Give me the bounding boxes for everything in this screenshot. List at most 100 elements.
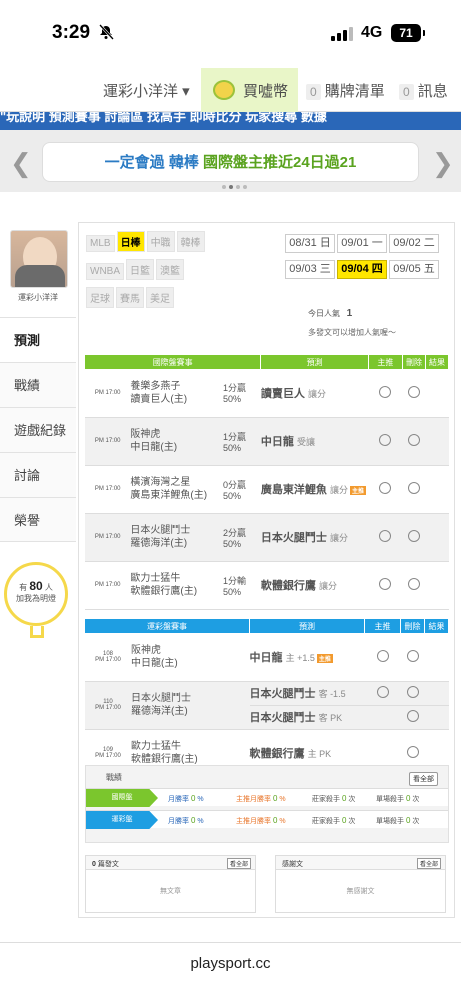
prediction-team: 日本火腿鬥士	[249, 712, 316, 724]
game-odds: 1分輸 50%	[222, 561, 261, 610]
status-time: 3:29	[52, 22, 91, 43]
league-tab[interactable]: 澳籃	[156, 259, 184, 280]
featured-radio[interactable]	[379, 482, 392, 494]
date-tab[interactable]: 09/03 三	[285, 260, 335, 279]
prediction-type: 讓分	[329, 485, 348, 495]
prediction-type: 受讓	[296, 437, 315, 447]
banner-headline[interactable]: 一定會過 韓棒 國際盤主推近24日過21	[42, 142, 419, 182]
banner: ❮ 一定會過 韓棒 國際盤主推近24日過21 ❯	[0, 130, 461, 192]
date-tab[interactable]: 09/02 二	[389, 234, 439, 253]
delete-radio[interactable]	[408, 434, 421, 446]
record-stat: 月勝率 0 %	[168, 816, 204, 825]
status-bar: 3:29 4G 71	[0, 0, 461, 68]
table-header: 主推	[364, 619, 401, 633]
buy-coin-button[interactable]: 買噓幣	[201, 68, 298, 112]
sidebar-item-discuss[interactable]: 討論	[0, 452, 76, 497]
result-cell	[425, 417, 449, 466]
thanks-all-button[interactable]: 看全部	[416, 858, 441, 869]
game-teams: 橫濱海灣之星 廣島東洋鯉魚(主)	[130, 465, 223, 514]
delete-radio[interactable]	[406, 710, 419, 722]
sidebar-item-honor[interactable]: 榮譽	[0, 497, 76, 542]
prediction: 中日龍 受讓	[260, 417, 369, 466]
table-header: 預測	[249, 619, 365, 633]
delete-radio[interactable]	[408, 482, 421, 494]
league-tab[interactable]: 賽馬	[116, 287, 144, 308]
user-menu[interactable]: 運彩小洋洋 ▾	[103, 80, 190, 101]
footer-domain[interactable]: playsport.cc	[0, 942, 461, 1000]
delete-radio[interactable]	[406, 746, 419, 758]
delete-radio[interactable]	[408, 530, 421, 542]
record-all-button[interactable]: 看全部	[409, 772, 438, 786]
league-tab[interactable]: 中職	[146, 231, 175, 252]
bell-slash-icon	[99, 24, 114, 40]
messages-link[interactable]: 0 訊息	[399, 80, 448, 101]
result-cell	[425, 465, 449, 514]
sidebar-item-record[interactable]: 戰績	[0, 362, 76, 407]
posts-all-button[interactable]: 看全部	[226, 858, 251, 869]
delete-radio[interactable]	[408, 385, 421, 398]
prediction-type: 主 +1.5	[285, 652, 315, 663]
delete-radio[interactable]	[406, 649, 419, 662]
date-tab[interactable]: 08/31 日	[285, 234, 335, 253]
featured-radio[interactable]	[376, 686, 389, 698]
featured-radio[interactable]	[379, 530, 392, 542]
prediction-team: 中日龍	[260, 436, 294, 448]
popularity: 今日人氣 1	[308, 308, 353, 319]
game-time: PM 17:00	[85, 561, 131, 610]
delete-cell	[402, 465, 426, 514]
sidebar-item-predict[interactable]: 預測	[0, 317, 76, 362]
cart-link[interactable]: 0 購牌清單	[306, 80, 385, 101]
featured-radio[interactable]	[379, 578, 392, 590]
league-tab[interactable]: 足球	[86, 287, 114, 308]
league-tab[interactable]: 日籃	[126, 259, 154, 280]
record-value: 0	[190, 816, 196, 825]
chevron-right-icon[interactable]: ❯	[432, 148, 454, 179]
main-menu-strip[interactable]: "玩說明 預測賽事 討論區 找高手 即時比分 玩家搜尋 數據	[0, 112, 461, 130]
prediction-type: 客 -1.5	[318, 689, 346, 699]
delete-radio[interactable]	[408, 578, 421, 590]
prediction-team: 中日龍	[249, 651, 283, 664]
table-row: PM 17:00 日本火腿鬥士 羅德海洋(主) 2分贏 50% 日本火腿鬥士 讓分	[85, 513, 449, 562]
prediction: 日本火腿鬥士 客 -1.5	[249, 681, 365, 706]
league-tab[interactable]: MLB	[86, 235, 115, 252]
league-tab[interactable]: 日棒	[116, 231, 145, 252]
odds-pct: 50%	[222, 538, 241, 549]
delete-cell	[402, 369, 426, 418]
featured-radio[interactable]	[379, 434, 392, 446]
featured-badge: 主推	[316, 653, 333, 663]
date-tab[interactable]: 09/05 五	[389, 260, 439, 279]
record-stat: 單場殺手 0 次	[376, 816, 420, 825]
record-row: 國際盤 月勝率 0 % 主推月勝率 0 % 莊家殺手 0 次 單場殺手 0 次	[86, 788, 448, 807]
prediction: 讀賣巨人 讓分	[260, 369, 369, 418]
follow-bulb[interactable]: 有 80 人加我為明燈	[4, 562, 68, 626]
record-value: 0	[341, 794, 347, 803]
featured-radio[interactable]	[376, 649, 389, 662]
league-tab[interactable]: WNBA	[86, 263, 124, 280]
prediction-type: 讓分	[307, 388, 326, 399]
odds-line: 0分贏	[222, 479, 246, 490]
table-row: PM 17:00 阪神虎 中日龍(主) 1分贏 50% 中日龍 受讓	[85, 417, 449, 466]
chevron-left-icon[interactable]: ❮	[10, 148, 32, 179]
prediction-type: 讓分	[329, 533, 348, 543]
sidebar-item-history[interactable]: 遊戲紀錄	[0, 407, 76, 452]
msg-label: 訊息	[417, 83, 448, 100]
game-time: PM 17:00	[85, 465, 131, 514]
league-tab[interactable]: 韓棒	[176, 231, 205, 252]
league-tab[interactable]: 美足	[146, 287, 174, 308]
table-header: 刪除	[400, 619, 425, 633]
avatar[interactable]	[10, 230, 68, 288]
follower-count: 80	[29, 579, 43, 593]
record-title: 戰績	[106, 773, 122, 782]
delete-radio[interactable]	[406, 686, 419, 698]
date-tab[interactable]: 09/01 一	[337, 234, 387, 253]
intl-table: 國際盤賽事 預測 主推 刪除 結果 PM 17:00 養樂多燕子 讀賣巨人(主) 1分贏 50% 讀…	[85, 355, 449, 610]
game-odds: 0分贏 50%	[222, 465, 261, 514]
table-header: 刪除	[402, 355, 427, 369]
odds-pct: 50%	[222, 490, 241, 501]
featured-radio[interactable]	[379, 385, 392, 398]
game-teams: 日本火腿鬥士 羅德海洋(主)	[131, 681, 250, 730]
game-teams: 歐力士猛牛 軟體銀行鷹(主)	[130, 561, 223, 610]
prediction: 廣島東洋鯉魚 讓分 主推	[260, 465, 369, 514]
table-header: 結果	[425, 355, 449, 369]
date-tab[interactable]: 09/04 四	[337, 260, 387, 279]
